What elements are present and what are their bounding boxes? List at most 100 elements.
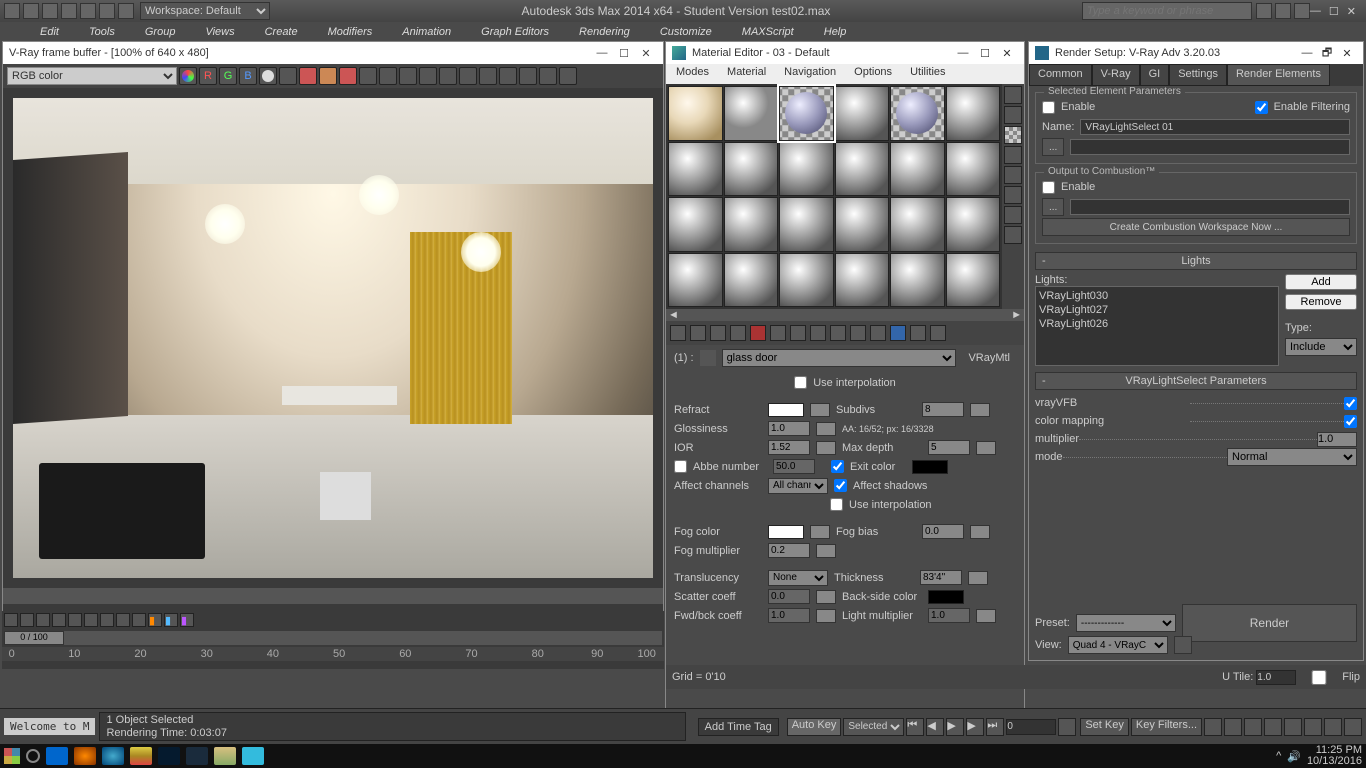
vfb-track-icon[interactable] [399, 67, 417, 85]
mat-slot[interactable] [890, 253, 945, 308]
list-item[interactable]: VRayLight026 [1038, 317, 1276, 331]
mated-tool-icon[interactable] [690, 325, 706, 341]
tl-icon[interactable] [20, 613, 34, 627]
paint-icon[interactable] [214, 747, 236, 765]
use-interp-check[interactable] [794, 376, 807, 389]
close-icon[interactable]: ✕ [1347, 5, 1356, 18]
explorer-icon[interactable] [102, 747, 124, 765]
fwdbck-spinner[interactable] [816, 609, 836, 623]
mat-slot[interactable] [779, 142, 834, 197]
tab-common[interactable]: Common [1029, 64, 1092, 86]
cortana-icon[interactable] [26, 749, 40, 763]
mode-select[interactable]: Normal [1227, 448, 1357, 466]
backside-swatch[interactable] [928, 590, 964, 604]
sep-path-input[interactable] [1070, 139, 1350, 155]
vfb-minimize-icon[interactable]: — [591, 47, 613, 59]
menu-animation[interactable]: Animation [402, 26, 451, 38]
vfb-load-icon[interactable] [319, 67, 337, 85]
new-icon[interactable] [23, 3, 39, 19]
mated-close-icon[interactable]: ✕ [996, 47, 1018, 60]
fogbias-input[interactable] [922, 524, 964, 539]
mated-showmap-icon[interactable] [890, 325, 906, 341]
save-icon[interactable] [61, 3, 77, 19]
nav-icon[interactable] [1264, 718, 1282, 736]
mat-slot[interactable] [835, 253, 890, 308]
mat-slot[interactable] [946, 142, 1001, 197]
mated-menu-material[interactable]: Material [727, 66, 766, 82]
tab-settings[interactable]: Settings [1169, 64, 1227, 86]
thick-input[interactable] [920, 570, 962, 585]
maxscript-listener[interactable]: Welcome to M [4, 718, 95, 735]
colormap-check[interactable] [1344, 415, 1357, 428]
mated-side-icon[interactable] [1004, 86, 1022, 104]
eyedropper-icon[interactable] [700, 350, 716, 366]
keyfilters-button[interactable]: Key Filters... [1131, 718, 1202, 736]
tl-icon[interactable] [84, 613, 98, 627]
tab-gi[interactable]: GI [1140, 64, 1170, 86]
mat-slot[interactable] [724, 197, 779, 252]
comb-path-input[interactable] [1070, 199, 1350, 215]
flip-check[interactable] [1299, 670, 1339, 685]
next-frame-icon[interactable]: ▶ [966, 718, 984, 736]
menu-create[interactable]: Create [265, 26, 298, 38]
mated-tool-icon[interactable] [710, 325, 726, 341]
goto-start-icon[interactable]: ⏮ [906, 718, 924, 736]
vfb-green-button[interactable]: G [219, 67, 237, 85]
setkey-button[interactable]: Set Key [1080, 718, 1129, 736]
vfb-link-icon[interactable] [419, 67, 437, 85]
tl-icon[interactable] [52, 613, 66, 627]
lights-type-select[interactable]: Include [1285, 338, 1357, 356]
menu-rendering[interactable]: Rendering [579, 26, 630, 38]
mated-maximize-icon[interactable]: ☐ [974, 47, 996, 60]
time-config-icon[interactable] [1058, 718, 1076, 736]
help-icon[interactable] [1256, 3, 1272, 19]
subdivs-input[interactable] [922, 402, 964, 417]
mated-side-icon[interactable] [1004, 186, 1022, 204]
comb-create-button[interactable]: Create Combustion Workspace Now ... [1042, 218, 1350, 236]
vfb-red-button[interactable]: R [199, 67, 217, 85]
refract-map-button[interactable] [810, 403, 830, 417]
vfb-close-icon[interactable]: ✕ [635, 47, 657, 60]
thick-spinner[interactable] [968, 571, 988, 585]
mated-tool-icon[interactable] [810, 325, 826, 341]
photoshop-icon[interactable] [158, 747, 180, 765]
tray-up-icon[interactable]: ^ [1276, 750, 1281, 762]
autokey-button[interactable]: Auto Key [787, 718, 842, 736]
minimize-icon[interactable]: — [1310, 5, 1321, 18]
mat-slot[interactable] [835, 142, 890, 197]
fogbias-spinner[interactable] [970, 525, 990, 539]
material-type-label[interactable]: VRayMtl [962, 351, 1016, 365]
vfb-stop-icon[interactable] [499, 67, 517, 85]
tl-icon[interactable] [36, 613, 50, 627]
mat-slot[interactable] [835, 86, 890, 141]
play-icon[interactable]: ▶ [946, 718, 964, 736]
vfb-scrollbar[interactable] [3, 588, 663, 604]
vfb-clear-icon[interactable] [339, 67, 357, 85]
menu-views[interactable]: Views [205, 26, 234, 38]
current-frame-input[interactable] [1006, 719, 1056, 735]
tl-icon[interactable] [100, 613, 114, 627]
app-menu-icon[interactable] [4, 3, 20, 19]
scatter-spinner[interactable] [816, 590, 836, 604]
vfb-teapot-icon2[interactable] [459, 67, 477, 85]
mated-tool-icon[interactable] [850, 325, 866, 341]
undo-icon[interactable] [80, 3, 96, 19]
menu-modifiers[interactable]: Modifiers [328, 26, 373, 38]
vfb-rgb-icon[interactable] [179, 67, 197, 85]
vfb-region-icon[interactable] [379, 67, 397, 85]
mat-slot[interactable] [668, 253, 723, 308]
tl-icon[interactable]: ▮ [180, 613, 194, 627]
mat-slot[interactable] [946, 197, 1001, 252]
comb-browse-button[interactable]: ... [1042, 198, 1064, 216]
nav-icon[interactable] [1304, 718, 1322, 736]
tl-icon[interactable]: ▮ [164, 613, 178, 627]
system-clock[interactable]: 11:25 PM 10/13/2016 [1307, 745, 1362, 767]
mated-side-icon[interactable] [1004, 226, 1022, 244]
exitcolor-swatch[interactable] [912, 460, 948, 474]
mated-tool-icon[interactable] [930, 325, 946, 341]
maximize-icon[interactable]: ☐ [1329, 5, 1339, 18]
firefox-icon[interactable] [74, 747, 96, 765]
mat-slot[interactable] [890, 142, 945, 197]
mat-slot[interactable] [835, 197, 890, 252]
mated-delete-icon[interactable] [750, 325, 766, 341]
